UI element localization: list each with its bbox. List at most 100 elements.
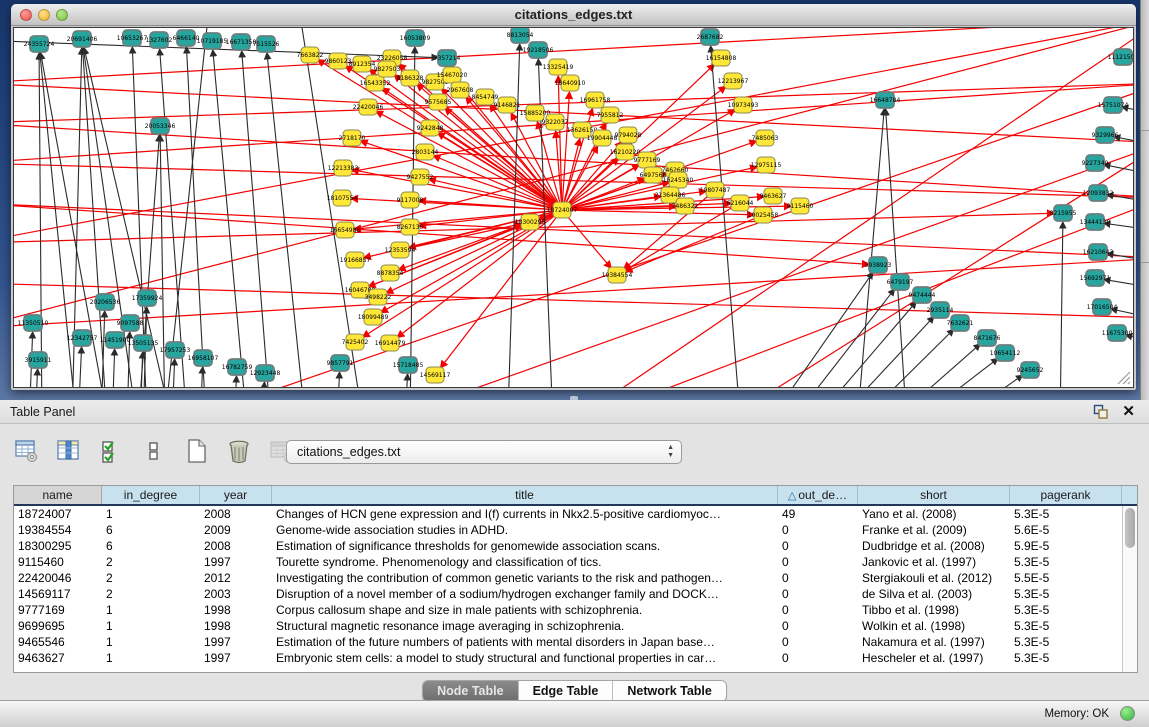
graph-node-teal[interactable]: 16958107 — [188, 350, 219, 366]
column-header-pagerank[interactable]: pagerank — [1010, 486, 1122, 504]
graph-node-yellow[interactable]: 19384554 — [602, 267, 633, 283]
citation-edge-black[interactable] — [886, 109, 907, 387]
table-cell[interactable]: 1 — [102, 618, 200, 634]
graph-node-teal[interactable]: 16210643 — [1083, 244, 1114, 260]
graph-node-yellow[interactable]: 12213967 — [718, 73, 749, 89]
table-cell[interactable]: 1 — [102, 650, 200, 666]
graph-node-teal[interactable]: 11675300 — [1102, 325, 1133, 341]
column-header-year[interactable]: year — [200, 486, 272, 504]
graph-node-teal[interactable]: 5938923 — [865, 257, 892, 273]
table-cell[interactable]: 9463627 — [14, 650, 102, 666]
delete-column-icon[interactable] — [224, 438, 254, 468]
table-cell[interactable]: 2 — [102, 554, 200, 570]
table-cell[interactable]: 1997 — [200, 634, 272, 650]
graph-node-yellow[interactable]: 16961758 — [580, 92, 611, 108]
table-row[interactable]: 969969511998Structural magnetic resonanc… — [14, 618, 1122, 634]
citation-edge-red[interactable] — [14, 203, 869, 264]
table-cell[interactable]: 14569117 — [14, 586, 102, 602]
table-cell[interactable]: de Silva et al. (2003) — [858, 586, 1010, 602]
graph-node-teal[interactable]: 12923448 — [250, 365, 281, 381]
graph-node-teal[interactable]: 20053346 — [145, 118, 176, 134]
table-cell[interactable]: Dudbridge et al. (2008) — [858, 538, 1010, 554]
graph-node-teal[interactable]: 2687682 — [697, 29, 724, 45]
show-columns-icon[interactable] — [54, 438, 84, 468]
graph-node-yellow[interactable]: 8186328 — [397, 70, 424, 86]
citation-edge-black[interactable] — [39, 53, 42, 387]
graph-node-yellow[interactable]: 16914479 — [375, 335, 406, 351]
citation-edge-black[interactable] — [78, 347, 82, 387]
graph-node-teal[interactable]: 8471676 — [974, 330, 1001, 346]
table-cell[interactable]: 1997 — [200, 554, 272, 570]
citation-edge-black[interactable] — [213, 50, 247, 387]
table-cell[interactable]: Changes of HCN gene expression and I(f) … — [272, 506, 778, 522]
table-row[interactable]: 911546021997Tourette syndrome. Phenomeno… — [14, 554, 1122, 570]
table-cell[interactable]: Estimation of significance thresholds fo… — [272, 538, 778, 554]
vertical-scrollbar[interactable] — [1122, 506, 1137, 672]
close-panel-icon[interactable]: ✕ — [1122, 402, 1135, 420]
table-cell[interactable]: 2 — [102, 570, 200, 586]
graph-node-teal[interactable]: 9329966 — [1092, 127, 1119, 143]
table-cell[interactable]: 5.3E-5 — [1010, 506, 1122, 522]
table-cell[interactable]: 0 — [778, 618, 858, 634]
table-cell[interactable]: 2009 — [200, 522, 272, 538]
resize-grip-icon[interactable] — [1115, 369, 1131, 385]
table-row[interactable]: 946554611997Estimation of the future num… — [14, 634, 1122, 650]
citation-edge-black[interactable] — [810, 302, 916, 387]
graph-node-teal[interactable]: 7515526 — [253, 36, 280, 52]
graph-node-yellow[interactable]: 2803144 — [412, 144, 439, 160]
table-cell[interactable]: Stergiakouli et al. (2012) — [858, 570, 1010, 586]
graph-node-teal[interactable]: 8813054 — [507, 28, 534, 43]
citation-edge-black[interactable] — [186, 47, 206, 387]
graph-node-teal[interactable]: 9245652 — [1017, 362, 1044, 378]
graph-node-yellow[interactable]: 8878354 — [377, 265, 404, 281]
table-cell[interactable]: 22420046 — [14, 570, 102, 586]
table-cell[interactable]: 5.3E-5 — [1010, 650, 1122, 666]
graph-node-teal[interactable]: 6479197 — [887, 274, 914, 290]
graph-node-yellow[interactable]: 18640910 — [555, 75, 586, 91]
graph-node-yellow[interactable]: 8912354 — [349, 56, 376, 72]
table-cell[interactable]: Embryonic stem cells: a model to study s… — [272, 650, 778, 666]
select-all-icon[interactable] — [97, 438, 127, 468]
tab-edge-table[interactable]: Edge Table — [519, 681, 614, 701]
column-header-out_de[interactable]: △out_de… — [778, 486, 858, 504]
graph-node-teal[interactable]: 19218506 — [523, 42, 554, 58]
table-row[interactable]: 1456911722003Disruption of a novel membe… — [14, 586, 1122, 602]
table-cell[interactable]: Tibbo et al. (1998) — [858, 602, 1010, 618]
citation-edge-red[interactable] — [14, 163, 1133, 198]
graph-node-teal[interactable]: 12093832 — [1083, 185, 1114, 201]
table-cell[interactable]: 1998 — [200, 602, 272, 618]
table-cell[interactable]: 5.9E-5 — [1010, 538, 1122, 554]
network-window[interactable]: citations_edges.txt 18724007183002952242… — [11, 4, 1136, 390]
table-cell[interactable]: 9465546 — [14, 634, 102, 650]
graph-node-teal[interactable]: 6466140 — [173, 30, 200, 46]
citation-edge-red[interactable] — [564, 198, 1133, 387]
citation-edge-red[interactable] — [562, 146, 598, 210]
graph-node-teal[interactable]: 11121504 — [1108, 49, 1133, 65]
table-cell[interactable]: 2 — [102, 586, 200, 602]
graph-node-teal[interactable]: 16782759 — [222, 359, 253, 375]
table-selector-dropdown[interactable]: citations_edges.txt ▲▼ — [286, 440, 682, 464]
graph-node-teal[interactable]: 16648784 — [870, 92, 901, 108]
tab-node-table[interactable]: Node Table — [423, 681, 518, 701]
table-cell[interactable]: 0 — [778, 554, 858, 570]
graph-node-teal[interactable]: 13444130 — [1080, 214, 1111, 230]
column-header-name[interactable]: name — [14, 486, 102, 504]
graph-node-teal[interactable]: 10654112 — [990, 345, 1021, 361]
graph-node-teal[interactable]: 2935114 — [927, 302, 954, 318]
table-row[interactable]: 1938455462009Genome-wide association stu… — [14, 522, 1122, 538]
graph-node-teal[interactable]: 7632621 — [947, 315, 974, 331]
table-cell[interactable]: 6 — [102, 538, 200, 554]
table-cell[interactable]: Estimation of the future numbers of pati… — [272, 634, 778, 650]
graph-node-teal[interactable]: 3915911 — [25, 352, 52, 368]
column-header-short[interactable]: short — [858, 486, 1010, 504]
table-cell[interactable]: 0 — [778, 634, 858, 650]
graph-node-teal[interactable]: 16053809 — [400, 30, 431, 46]
graph-node-teal[interactable]: 9474444 — [909, 287, 936, 303]
citation-edge-black[interactable] — [112, 349, 115, 387]
citation-edge-black[interactable] — [1060, 222, 1063, 387]
table-cell[interactable]: 2008 — [200, 538, 272, 554]
graph-node-teal[interactable]: 10719185 — [197, 33, 228, 49]
graph-node-teal[interactable]: 11350510 — [18, 315, 49, 331]
graph-node-yellow[interactable]: 12975115 — [751, 157, 782, 173]
graph-node-yellow[interactable]: 9427552 — [407, 169, 434, 185]
